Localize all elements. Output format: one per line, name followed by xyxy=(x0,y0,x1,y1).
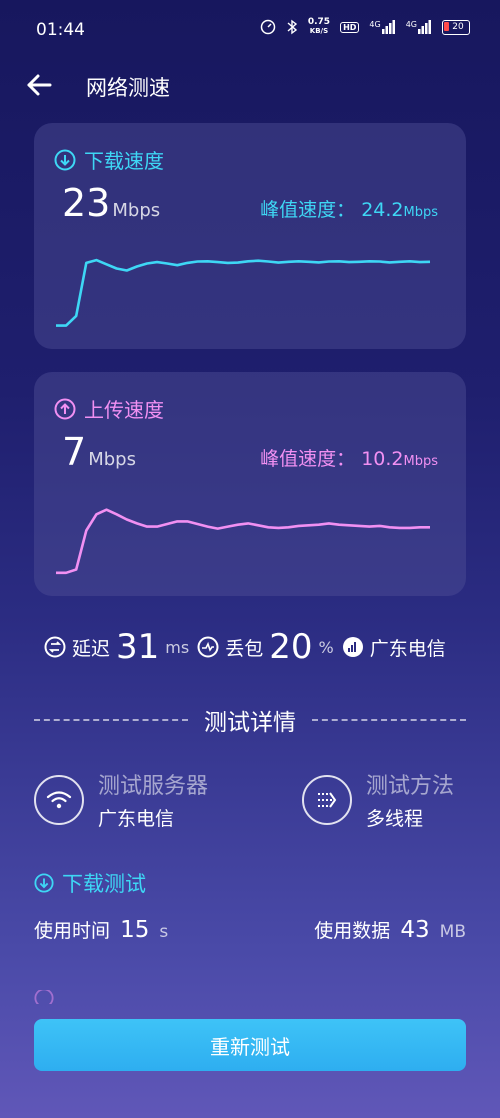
latency-unit: ms xyxy=(165,637,190,657)
download-test-usage: 使用时间 15 s 使用数据 43 MB xyxy=(34,916,466,943)
back-button[interactable] xyxy=(24,70,58,100)
download-speed-line xyxy=(56,258,431,327)
stats-row: 延迟 31 ms 丢包 20 % 广东电信 xyxy=(44,627,464,667)
latency-label: 延迟 xyxy=(72,637,111,660)
packet-loss-label: 丢包 xyxy=(225,637,264,660)
divider-line-left xyxy=(34,719,188,721)
test-method-label: 测试方法 xyxy=(366,774,455,799)
test-details-title: 测试详情 xyxy=(204,710,296,736)
download-speed-chart xyxy=(56,258,431,327)
download-speed-card: 下载速度 23 Mbps 峰值速度： 24.2Mbps xyxy=(34,123,466,349)
latency-icon xyxy=(44,636,66,658)
test-method-item: 测试方法 多线程 xyxy=(302,768,454,831)
download-test-title: 下载测试 xyxy=(34,868,146,898)
packet-loss-value: 20 xyxy=(269,627,313,667)
time-used: 使用时间 15 s xyxy=(34,917,169,943)
signal-icon-2: 4G xyxy=(406,20,432,34)
arrow-down-circle-icon xyxy=(34,873,54,893)
data-used: 使用数据 43 MB xyxy=(314,917,466,943)
upload-speed-chart xyxy=(56,508,430,575)
upload-test-title-partial xyxy=(34,990,194,1004)
battery-icon: 20 xyxy=(442,19,470,35)
upload-speed-label: 上传速度 xyxy=(84,398,164,422)
arrow-left-icon xyxy=(27,74,52,96)
isp-icon xyxy=(342,637,363,657)
upload-speed-line xyxy=(56,508,430,575)
bluetooth-icon xyxy=(287,19,297,35)
download-speed-label: 下载速度 xyxy=(84,149,164,173)
arrow-up-circle-icon xyxy=(54,398,76,419)
header: 网络测速 xyxy=(0,60,500,110)
multi-thread-icon xyxy=(302,774,352,825)
download-speed-title: 下载速度 xyxy=(54,145,164,174)
divider-line-right xyxy=(312,719,466,721)
test-details-divider: 测试详情 xyxy=(34,703,466,737)
hd-badge: HD xyxy=(340,21,360,33)
signal-icon-1: 4G xyxy=(369,20,395,34)
download-speed-value: 23 Mbps xyxy=(62,181,161,225)
isp-label: 广东电信 xyxy=(369,637,446,660)
packet-loss-unit: % xyxy=(318,637,334,657)
download-peak-speed: 峰值速度： 24.2Mbps xyxy=(260,199,438,221)
retest-button[interactable]: 重新测试 xyxy=(34,1019,466,1071)
speedometer-icon xyxy=(260,19,276,35)
latency-value: 31 xyxy=(116,627,160,667)
status-icons: 0.75 KB/S HD 4G 4G 20 xyxy=(260,18,470,36)
status-bar: 01:44 0.75 KB/S HD 4G 4G 20 xyxy=(0,0,500,60)
test-server-item: 测试服务器 广东电信 xyxy=(34,768,208,831)
upload-speed-value: 7 Mbps xyxy=(62,430,136,474)
arrow-up-circle-icon xyxy=(34,990,54,1004)
net-speed: 0.75 KB/S xyxy=(307,17,331,36)
test-server-value: 广东电信 xyxy=(98,808,175,830)
wifi-icon xyxy=(34,774,84,825)
upload-speed-title: 上传速度 xyxy=(54,394,164,423)
test-method-value: 多线程 xyxy=(366,808,424,830)
upload-speed-card: 上传速度 7 Mbps 峰值速度： 10.2Mbps xyxy=(34,372,466,596)
packet-loss-icon xyxy=(197,636,219,658)
status-time: 01:44 xyxy=(36,20,85,40)
arrow-down-circle-icon xyxy=(54,149,76,170)
upload-peak-speed: 峰值速度： 10.2Mbps xyxy=(260,448,438,470)
page-title: 网络测速 xyxy=(86,76,170,100)
test-server-label: 测试服务器 xyxy=(98,774,209,799)
